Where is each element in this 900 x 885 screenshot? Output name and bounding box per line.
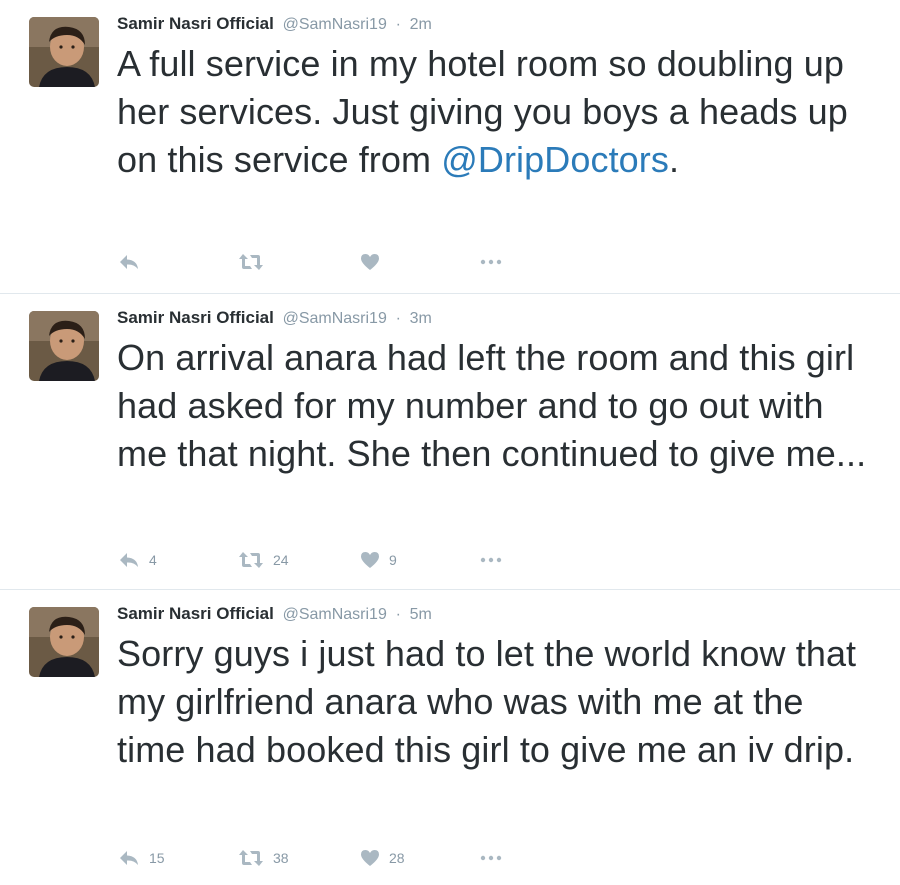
heart-icon xyxy=(360,551,380,569)
author-handle[interactable]: @SamNasri19 xyxy=(283,606,387,623)
retweet-icon xyxy=(238,848,264,868)
more-button[interactable] xyxy=(480,250,502,274)
tweet-text-end: . xyxy=(669,139,680,180)
avatar[interactable] xyxy=(29,17,99,87)
timestamp[interactable]: 2m xyxy=(410,16,432,33)
tweet-header: Samir Nasri Official @SamNasri19 · 5m xyxy=(117,603,432,626)
more-dots-icon xyxy=(480,854,502,862)
like-count: 28 xyxy=(389,850,405,866)
author-handle[interactable]: @SamNasri19 xyxy=(283,310,387,327)
reply-button[interactable]: 4 xyxy=(118,548,157,572)
retweet-button[interactable]: 38 xyxy=(238,846,289,870)
timestamp[interactable]: 5m xyxy=(410,606,432,623)
tweet-header: Samir Nasri Official @SamNasri19 · 2m xyxy=(117,13,432,36)
reply-icon xyxy=(118,848,140,868)
tweet-text-body: On arrival anara had left the room and t… xyxy=(117,337,867,474)
more-button[interactable] xyxy=(480,548,502,572)
more-button[interactable] xyxy=(480,846,502,870)
like-button[interactable] xyxy=(360,250,389,274)
author-handle[interactable]: @SamNasri19 xyxy=(283,16,387,33)
tweet-text: A full service in my hotel room so doubl… xyxy=(117,40,877,184)
author-name[interactable]: Samir Nasri Official xyxy=(117,14,274,33)
heart-icon xyxy=(360,253,380,271)
separator-dot: · xyxy=(395,16,401,33)
tweet[interactable]: Samir Nasri Official @SamNasri19 · 3m On… xyxy=(0,294,900,590)
reply-count: 15 xyxy=(149,850,165,866)
mention-link[interactable]: @DripDoctors xyxy=(441,139,669,180)
retweet-icon xyxy=(238,252,264,272)
reply-icon xyxy=(118,550,140,570)
separator-dot: · xyxy=(395,310,401,327)
author-name[interactable]: Samir Nasri Official xyxy=(117,604,274,623)
timestamp[interactable]: 3m xyxy=(410,310,432,327)
heart-icon xyxy=(360,849,380,867)
like-button[interactable]: 28 xyxy=(360,846,405,870)
separator-dot: · xyxy=(395,606,401,623)
avatar[interactable] xyxy=(29,311,99,381)
tweet-actions xyxy=(118,250,518,274)
reply-icon xyxy=(118,252,140,272)
reply-button[interactable]: 15 xyxy=(118,846,165,870)
author-name[interactable]: Samir Nasri Official xyxy=(117,308,274,327)
reply-button[interactable] xyxy=(118,250,149,274)
retweet-button[interactable]: 24 xyxy=(238,548,289,572)
retweet-count: 24 xyxy=(273,552,289,568)
tweet-actions: 4 24 9 xyxy=(118,548,518,572)
retweet-icon xyxy=(238,550,264,570)
tweet-text: Sorry guys i just had to let the world k… xyxy=(117,630,877,774)
like-button[interactable]: 9 xyxy=(360,548,397,572)
more-dots-icon xyxy=(480,556,502,564)
tweet[interactable]: Samir Nasri Official @SamNasri19 · 2m A … xyxy=(0,0,900,294)
avatar[interactable] xyxy=(29,607,99,677)
like-count: 9 xyxy=(389,552,397,568)
tweet-feed: Samir Nasri Official @SamNasri19 · 2m A … xyxy=(0,0,900,885)
retweet-count: 38 xyxy=(273,850,289,866)
more-dots-icon xyxy=(480,258,502,266)
tweet-actions: 15 38 28 xyxy=(118,846,518,870)
tweet-header: Samir Nasri Official @SamNasri19 · 3m xyxy=(117,307,432,330)
tweet-text-body: Sorry guys i just had to let the world k… xyxy=(117,633,857,770)
retweet-button[interactable] xyxy=(238,250,273,274)
reply-count: 4 xyxy=(149,552,157,568)
tweet-text: On arrival anara had left the room and t… xyxy=(117,334,877,478)
tweet[interactable]: Samir Nasri Official @SamNasri19 · 5m So… xyxy=(0,590,900,885)
